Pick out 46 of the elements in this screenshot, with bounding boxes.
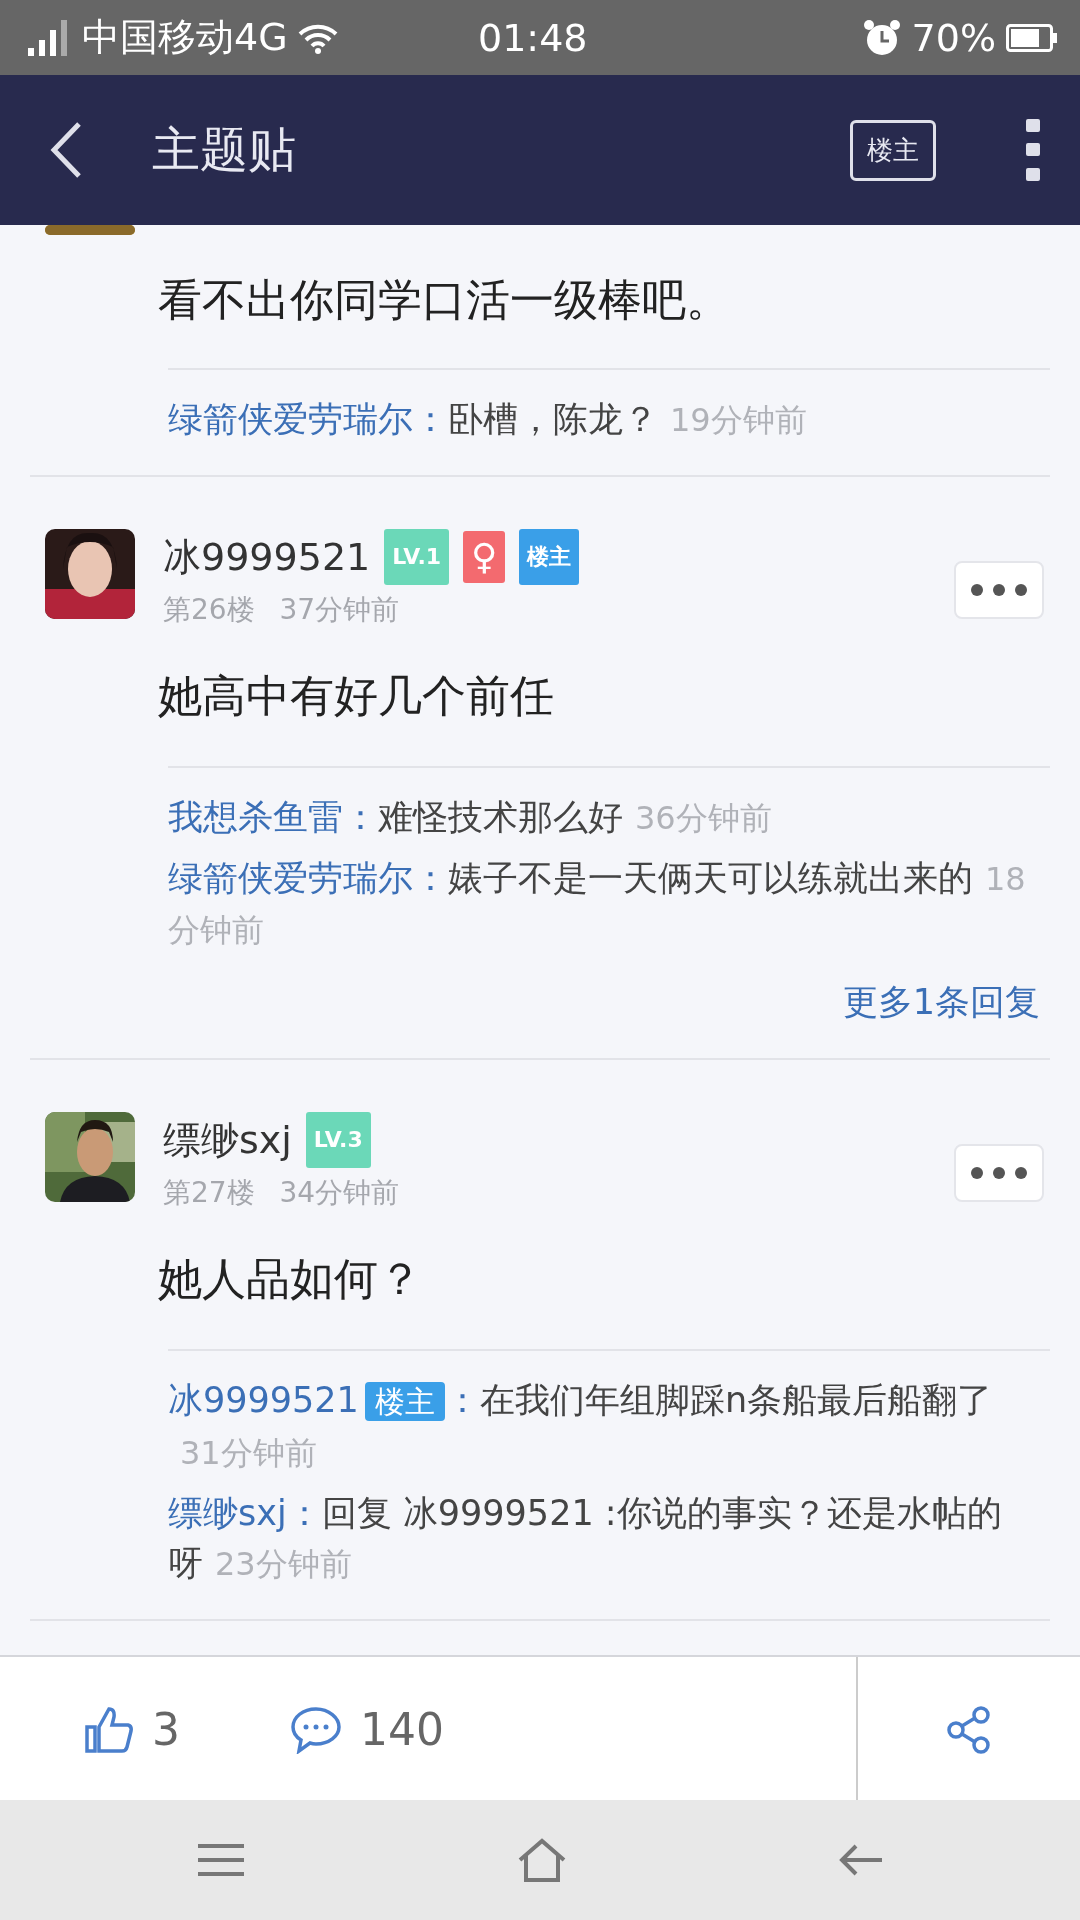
ellipsis-icon [969, 1166, 1029, 1180]
owner-badge: 楼主 [364, 1382, 445, 1421]
post-time: 34分钟前 [279, 1176, 400, 1209]
level-badge: LV.3 [305, 1112, 371, 1168]
more-options-button[interactable] [954, 1144, 1044, 1202]
like-count: 3 [152, 1704, 180, 1755]
clock-time: 01:48 [478, 15, 588, 60]
post-content: 看不出你同学口活一级棒吧。 [157, 273, 731, 327]
battery-percent: 70% [911, 15, 996, 60]
post-content: 她人品如何？ [157, 1252, 423, 1306]
user-name[interactable]: 冰9999521 [163, 533, 371, 581]
reply-user-link[interactable]: 我想杀鱼雷： [168, 797, 378, 837]
reply-comment: 冰9999521 楼主 ：在我们年组脚踩n条船最后船翻了 31分钟前 [168, 1379, 994, 1474]
share-icon[interactable] [946, 1705, 992, 1754]
comment-count: 140 [360, 1704, 444, 1755]
user-name[interactable]: 缥缈sxj [163, 1116, 292, 1164]
alarm-clock-icon [861, 18, 902, 57]
comment-icon[interactable] [290, 1705, 342, 1754]
reply-comment: 我想杀鱼雷：难怪技术那么好 36分钟前 [168, 796, 773, 839]
carrier-label: 中国移动4G [82, 14, 288, 61]
menu-icon[interactable] [195, 1843, 246, 1877]
post-content: 她高中有好几个前任 [157, 669, 555, 723]
reply-user-link[interactable]: 缥缈sxj： [168, 1493, 322, 1533]
home-icon[interactable] [517, 1838, 567, 1882]
owner-badge: 楼主 [519, 529, 580, 585]
page-title: 主题贴 [152, 120, 297, 179]
post-time: 37分钟前 [279, 593, 400, 626]
reply-user-link[interactable]: 冰9999521 [168, 1380, 359, 1420]
reply-comment: 绿箭侠爱劳瑞尔：婊子不是一天俩天可以练就出来的 18分钟前 [168, 857, 1027, 951]
ellipsis-icon [969, 583, 1029, 597]
more-menu-icon[interactable] [1026, 119, 1040, 181]
reply-comment: 缥缈sxj：回复 冰9999521 :你说的事实？还是水帖的呀 23分钟前 [168, 1492, 1003, 1585]
thumbs-up-icon[interactable] [84, 1704, 134, 1755]
floor-label: 第26楼 [163, 593, 255, 626]
reply-user-link[interactable]: 绿箭侠爱劳瑞尔： [168, 399, 448, 439]
floor-label: 第27楼 [163, 1176, 255, 1209]
back-icon[interactable] [50, 121, 82, 179]
owner-only-button[interactable]: 楼主 [850, 119, 936, 181]
reply-comment: 绿箭侠爱劳瑞尔：卧槽，陈龙？ 19分钟前 [168, 398, 808, 441]
more-replies-link[interactable]: 更多1条回复 [842, 982, 1040, 1022]
battery-icon [1006, 23, 1058, 52]
back-arrow-icon[interactable] [838, 1843, 885, 1877]
gender-badge: ♀ [463, 531, 506, 583]
more-options-button[interactable] [954, 561, 1044, 619]
reply-user-link[interactable]: 绿箭侠爱劳瑞尔： [168, 858, 448, 898]
level-badge: LV.1 [384, 529, 450, 585]
